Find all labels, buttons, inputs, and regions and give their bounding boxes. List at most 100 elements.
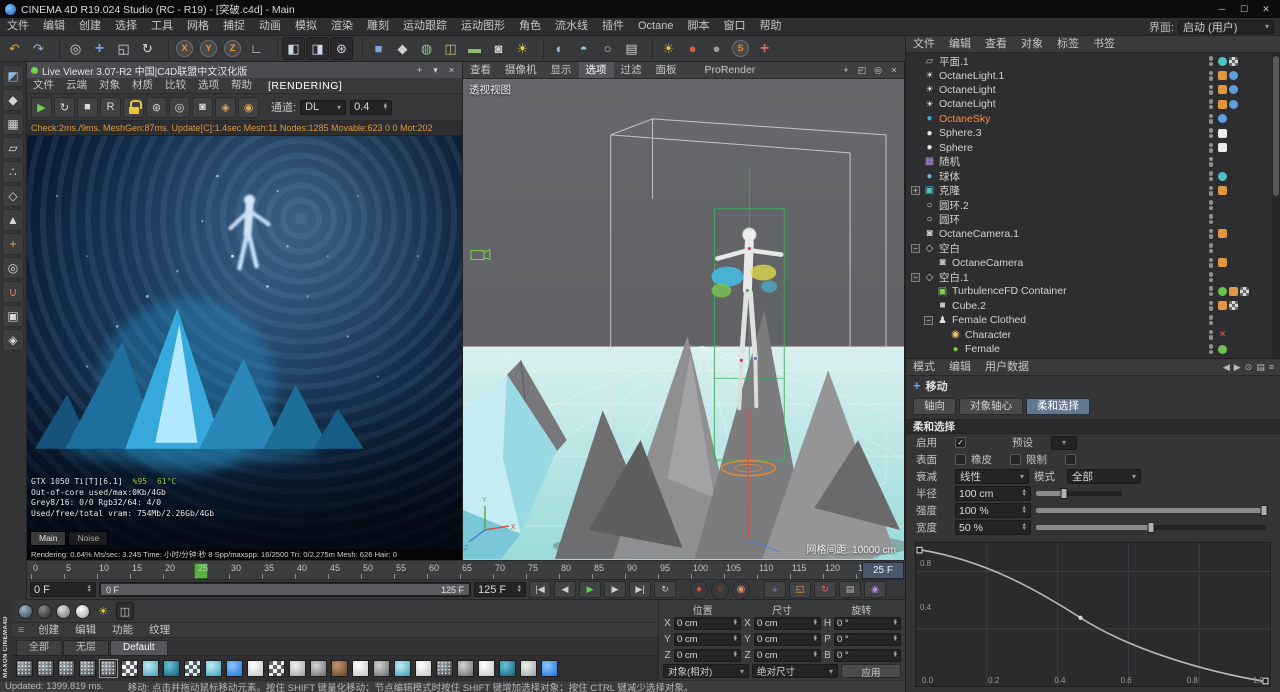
object-name[interactable]: TurbulenceFD Container bbox=[952, 285, 1067, 297]
focus-picker-icon[interactable]: ◈ bbox=[215, 96, 236, 118]
enable-axis-icon[interactable]: + bbox=[2, 233, 24, 255]
visibility-dots[interactable] bbox=[1208, 84, 1213, 95]
live-viewer-menu-item[interactable]: 帮助 bbox=[225, 78, 258, 93]
menu-item[interactable]: 运动图形 bbox=[454, 18, 512, 35]
burger-icon[interactable]: ≡ bbox=[12, 624, 30, 636]
material-thumbnail[interactable] bbox=[16, 659, 33, 677]
viewport-menu-item[interactable]: 过滤 bbox=[614, 62, 649, 78]
tag-bl-icon[interactable] bbox=[1218, 114, 1227, 124]
material-thumbnail[interactable] bbox=[415, 659, 432, 677]
object-row[interactable]: Sphere.3 bbox=[906, 126, 1280, 140]
collapse-icon[interactable]: ▾ bbox=[429, 65, 442, 76]
stepper-icon[interactable] bbox=[893, 620, 898, 627]
object-row[interactable]: + 克隆 bbox=[906, 184, 1280, 198]
object-name[interactable]: Character bbox=[965, 329, 1011, 341]
visibility-dots[interactable] bbox=[1208, 99, 1213, 110]
white-point-picker-icon[interactable]: ◉ bbox=[238, 96, 259, 118]
tag-bl-icon[interactable] bbox=[1229, 85, 1238, 95]
end-frame-field[interactable]: 125 F bbox=[474, 582, 526, 597]
lock-resolution-icon[interactable] bbox=[123, 96, 144, 118]
record-pla-toggle[interactable]: ◉ bbox=[864, 581, 886, 598]
object-name[interactable]: OctaneSky bbox=[939, 113, 990, 125]
enable-snap-icon[interactable]: ∪ bbox=[2, 281, 24, 303]
menu-item[interactable]: 选择 bbox=[108, 18, 144, 35]
expand-toggle-icon[interactable]: − bbox=[911, 272, 920, 282]
tag-bl-icon[interactable] bbox=[1229, 99, 1238, 109]
menu-item[interactable]: 插件 bbox=[595, 18, 631, 35]
material-thumbnail[interactable] bbox=[331, 659, 348, 677]
material-menu-item[interactable]: 纹理 bbox=[141, 623, 178, 638]
points-mode-icon[interactable]: ∴ bbox=[2, 161, 24, 183]
dock-icon[interactable]: + bbox=[413, 65, 426, 76]
visibility-dots[interactable] bbox=[1208, 344, 1213, 354]
expand-toggle-icon[interactable]: − bbox=[911, 243, 920, 253]
tag-gr-icon[interactable] bbox=[1218, 286, 1227, 296]
material-thumbnail[interactable] bbox=[184, 659, 201, 677]
stepper-icon[interactable] bbox=[813, 636, 818, 643]
live-viewer-menu-item[interactable]: 对象 bbox=[93, 78, 126, 93]
menu-item[interactable]: 窗口 bbox=[716, 18, 752, 35]
stepper-icon[interactable] bbox=[893, 636, 898, 643]
limit-checkbox[interactable] bbox=[1065, 454, 1076, 465]
prev-frame-button[interactable]: ◀ bbox=[554, 581, 576, 598]
menu-item[interactable]: 脚本 bbox=[680, 18, 716, 35]
visibility-dots[interactable] bbox=[1208, 257, 1213, 268]
tag-or-icon[interactable] bbox=[1218, 186, 1227, 196]
next-object-icon[interactable]: ▶ bbox=[1234, 362, 1241, 373]
display-mode-icon[interactable]: ▤ bbox=[620, 37, 643, 60]
autokey-button[interactable]: ○ bbox=[711, 580, 729, 599]
material-thumbnail[interactable] bbox=[289, 659, 306, 677]
stepper-icon[interactable] bbox=[813, 620, 818, 627]
object-row[interactable]: OctaneLight bbox=[906, 97, 1280, 111]
object-row[interactable]: Sphere bbox=[906, 140, 1280, 154]
material-thumbnail[interactable] bbox=[499, 659, 516, 677]
am-burger-icon[interactable]: ≡ bbox=[1269, 362, 1274, 373]
tab-main-pass[interactable]: Main bbox=[30, 531, 67, 546]
object-row[interactable]: Character bbox=[906, 327, 1280, 341]
tag-ck-icon[interactable] bbox=[1229, 301, 1238, 311]
add-subdivision-icon[interactable]: ◍ bbox=[415, 37, 438, 60]
tag-rx-icon[interactable] bbox=[1218, 330, 1227, 339]
material-thumbnail[interactable] bbox=[373, 659, 390, 677]
goto-start-button[interactable]: |◀ bbox=[529, 581, 551, 598]
material-ball-dark-icon[interactable] bbox=[18, 603, 33, 619]
display-box-icon[interactable]: ○ bbox=[596, 37, 619, 60]
object-row[interactable]: OctaneSky bbox=[906, 112, 1280, 126]
stepper-icon[interactable] bbox=[733, 652, 738, 659]
samples-field[interactable]: 0.4 bbox=[350, 99, 393, 115]
rotation-field[interactable]: 0 ° bbox=[834, 648, 901, 662]
material-thumbnail[interactable] bbox=[268, 659, 285, 677]
width-slider[interactable] bbox=[1036, 522, 1266, 533]
lock-y-icon[interactable]: Y bbox=[197, 37, 220, 60]
material-thumbnail[interactable] bbox=[58, 659, 75, 677]
material-thumbnail[interactable] bbox=[121, 659, 138, 677]
octane-render-view[interactable]: GTX 1050 Ti[T][6.1] %95 61°C Out-of-core u… bbox=[27, 136, 462, 549]
render-settings-icon[interactable]: ⊛ bbox=[330, 37, 353, 60]
record-keyframe-button[interactable]: ● bbox=[690, 580, 708, 599]
object-row[interactable]: 平面.1 bbox=[906, 54, 1280, 68]
add-floor-icon[interactable]: ▬ bbox=[463, 37, 486, 60]
object-name[interactable]: Female bbox=[965, 343, 1000, 355]
material-ball-white-icon[interactable] bbox=[75, 603, 90, 619]
visibility-dots[interactable] bbox=[1208, 286, 1213, 297]
menu-item[interactable]: 模拟 bbox=[288, 18, 324, 35]
maximize-button[interactable]: ☐ bbox=[1233, 4, 1255, 15]
scrollbar[interactable] bbox=[1272, 53, 1280, 358]
object-manager-menu-item[interactable]: 书签 bbox=[1086, 36, 1122, 52]
channel-select[interactable]: DL ▾ bbox=[300, 99, 347, 115]
object-name[interactable]: 圆环 bbox=[939, 212, 960, 227]
object-row[interactable]: 圆环 bbox=[906, 212, 1280, 226]
visibility-dots[interactable] bbox=[1208, 185, 1213, 196]
octane-live-render-icon[interactable]: ▶ bbox=[31, 96, 52, 118]
size-field[interactable]: 0 cm bbox=[754, 648, 821, 662]
material-thumbnail[interactable] bbox=[436, 659, 453, 677]
stepper-icon[interactable] bbox=[733, 636, 738, 643]
visibility-dots[interactable] bbox=[1208, 171, 1213, 182]
falloff-curve-editor[interactable]: 0.8 0.4 0.0 0.2 0.4 0.6 0.8 1.0 bbox=[915, 542, 1271, 687]
restart-render-icon[interactable]: ↻ bbox=[54, 96, 75, 118]
object-name[interactable]: 随机 bbox=[939, 154, 960, 169]
visibility-dots[interactable] bbox=[1208, 56, 1213, 67]
menu-item[interactable]: 工具 bbox=[144, 18, 180, 35]
menu-item[interactable]: 流水线 bbox=[548, 18, 595, 35]
viewport-3d-scene[interactable]: X Y Z 透视视图 网格间距: 10000 cm bbox=[463, 79, 904, 560]
